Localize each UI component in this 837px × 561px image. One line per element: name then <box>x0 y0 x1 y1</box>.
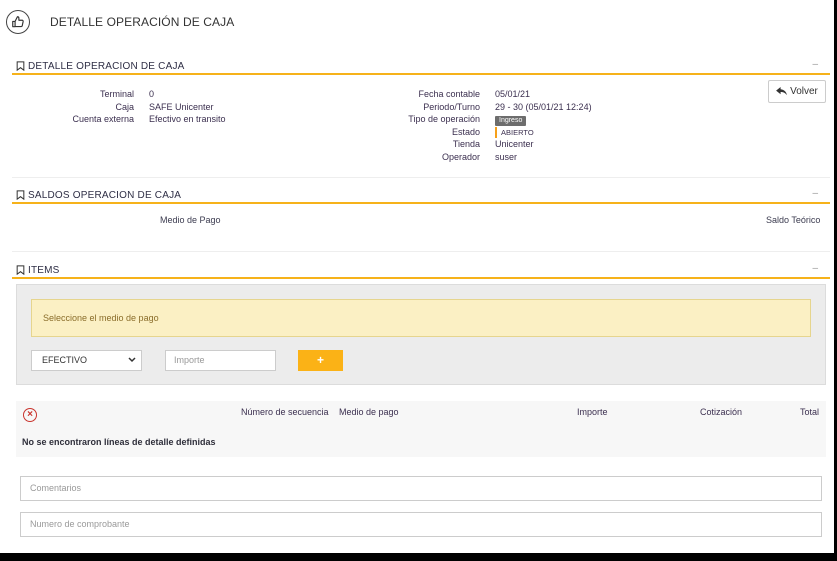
thumbs-up-icon <box>6 10 30 34</box>
volver-label: Volver <box>790 86 818 97</box>
section-detalle-header: DETALLE OPERACION DE CAJA – <box>12 60 830 75</box>
detail-row-tipo-operacion: Tipo de operación Ingreso <box>0 113 592 126</box>
column-header: Número de secuencia <box>241 407 329 417</box>
collapse-button[interactable]: – <box>812 264 818 274</box>
detail-row-estado: Estado ABIERTO <box>451 126 534 138</box>
importe-input[interactable]: Importe <box>165 350 276 371</box>
comentarios-field[interactable]: Comentarios <box>20 476 822 501</box>
empty-table-message: No se encontraron líneas de detalle defi… <box>22 437 216 447</box>
column-header: Medio de pago <box>339 407 399 417</box>
detail-row-tienda: Tienda Unicenter <box>452 139 534 149</box>
detail-row-operador: Operador suser <box>441 151 518 162</box>
operation-type-badge: Ingreso <box>495 116 527 126</box>
bookmark-icon <box>16 190 25 200</box>
column-header-saldo-teorico: Saldo Teórico <box>766 215 821 225</box>
detail-row-periodo-turno: Periodo/Turno 29 - 30 (05/01/21 12:24) <box>423 101 592 112</box>
section-items-header: ITEMS – <box>12 264 830 279</box>
column-header: Importe <box>577 407 608 417</box>
bookmark-icon <box>16 61 25 71</box>
bookmark-icon <box>16 265 25 275</box>
chevron-down-icon <box>128 357 136 363</box>
add-item-button[interactable]: + <box>298 350 343 371</box>
section-title: DETALLE OPERACION DE CAJA <box>28 61 185 72</box>
close-circle-icon[interactable]: × <box>23 408 37 422</box>
section-saldos-header: SALDOS OPERACION DE CAJA – <box>12 189 830 204</box>
section-title: SALDOS OPERACION DE CAJA <box>28 190 182 201</box>
section-title: ITEMS <box>28 265 60 276</box>
column-header-medio-pago: Medio de Pago <box>160 215 221 225</box>
page: DETALLE OPERACIÓN DE CAJA DETALLE OPERAC… <box>0 0 834 553</box>
divider <box>12 177 830 178</box>
detalle-right-list: Fecha contable 05/01/21 Periodo/Turno 29 -… <box>0 88 592 163</box>
column-header: Total <box>800 407 820 417</box>
page-title: DETALLE OPERACIÓN DE CAJA <box>50 15 235 29</box>
reply-arrow-icon <box>776 87 787 96</box>
payment-method-value: EFECTIVO <box>42 355 88 365</box>
page-header: DETALLE OPERACIÓN DE CAJA <box>6 9 234 35</box>
divider <box>12 251 830 252</box>
column-header: Cotización <box>700 407 743 417</box>
numero-comprobante-field[interactable]: Numero de comprobante <box>20 512 822 537</box>
items-entry-panel: Seleccione el medio de pago EFECTIVO Imp… <box>16 284 826 385</box>
collapse-button[interactable]: – <box>812 189 818 199</box>
payment-method-select[interactable]: EFECTIVO <box>31 350 142 371</box>
detail-row-fecha-contable: Fecha contable 05/01/21 <box>418 89 531 99</box>
status-badge: ABIERTO <box>495 126 534 138</box>
volver-button[interactable]: Volver <box>768 80 826 103</box>
detail-lines-table: × Número de secuencia Medio de pago Impo… <box>16 401 826 457</box>
warning-alert: Seleccione el medio de pago <box>31 299 811 337</box>
collapse-button[interactable]: – <box>812 60 818 70</box>
